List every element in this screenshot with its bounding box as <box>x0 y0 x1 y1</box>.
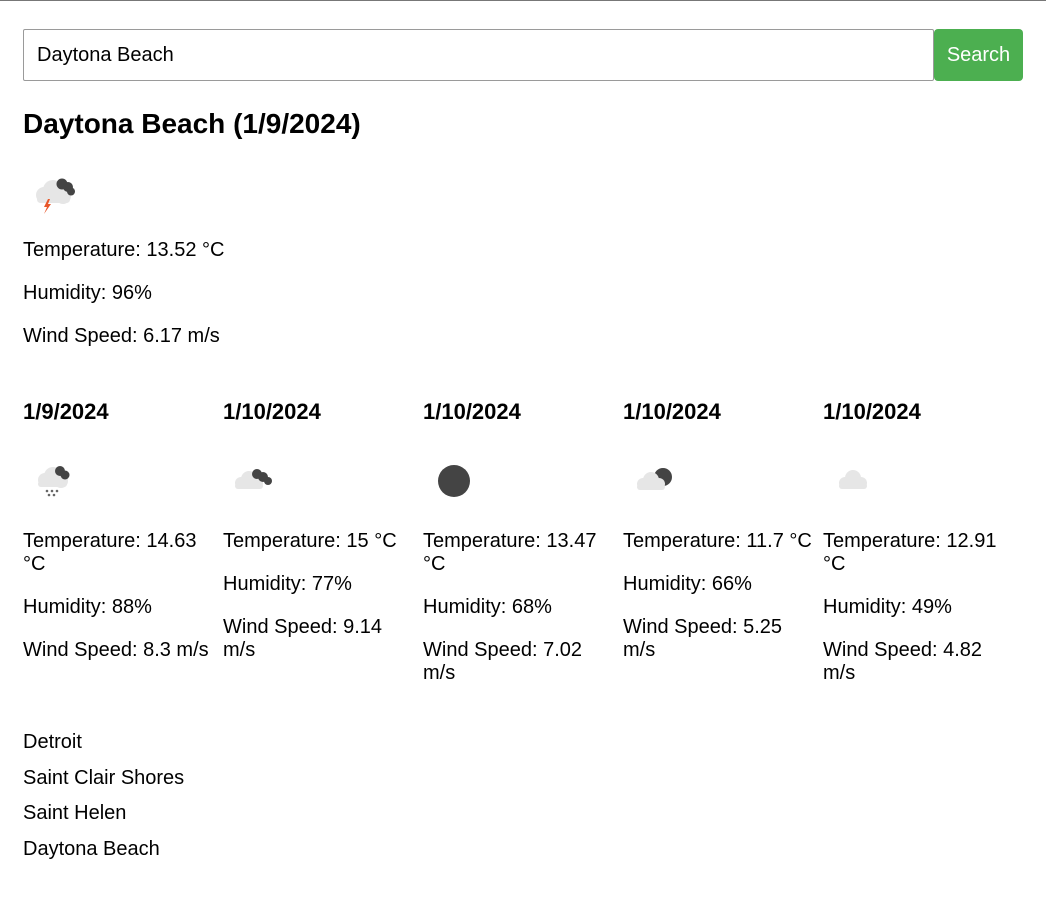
forecast-stats: Temperature: 13.47 °C Humidity: 68% Wind… <box>423 530 623 685</box>
forecast-wind-speed: Wind Speed: 8.3 m/s <box>23 639 209 661</box>
broken-clouds-icon <box>235 469 272 489</box>
forecast-date: 1/9/2024 <box>23 399 109 424</box>
forecast-wind-speed: Wind Speed: 7.02 m/s <box>423 639 582 684</box>
forecast-stats: Temperature: 14.63 °C Humidity: 88% Wind… <box>23 530 223 662</box>
forecast-stats: Temperature: 11.7 °C Humidity: 66% Wind … <box>623 530 823 662</box>
forecast-temperature: Temperature: 11.7 °C <box>623 530 812 552</box>
history-item[interactable]: Saint Helen <box>23 802 1023 825</box>
forecast-humidity: Humidity: 68% <box>423 596 552 618</box>
forecast-day: 1/10/2024 Temperature: 11.7 °C Humidity:… <box>623 399 823 685</box>
clear-night-icon <box>438 465 470 497</box>
history-item[interactable]: Daytona Beach <box>23 838 1023 861</box>
thunderstorm-icon <box>36 178 75 214</box>
forecast-wind-speed: Wind Speed: 4.82 m/s <box>823 639 982 684</box>
current-stats: Temperature: 13.52 °C Humidity: 96% Wind… <box>23 239 1023 348</box>
forecast-wind-speed: Wind Speed: 5.25 m/s <box>623 616 782 661</box>
forecast-date: 1/10/2024 <box>423 399 521 424</box>
cloud-icon <box>839 470 867 489</box>
forecast-day: 1/10/2024 Temperature: 12.91 °C Humidity… <box>823 399 1023 685</box>
forecast-stats: Temperature: 12.91 °C Humidity: 49% Wind… <box>823 530 1023 685</box>
forecast-day: 1/10/2024 Temperature: 13.47 °C Humidity… <box>423 399 623 685</box>
rain-cloud-icon <box>38 466 70 497</box>
forecast-date: 1/10/2024 <box>623 399 721 424</box>
current-wind-speed: Wind Speed: 6.17 m/s <box>23 325 220 347</box>
current-temperature: Temperature: 13.52 °C <box>23 239 225 261</box>
forecast-humidity: Humidity: 49% <box>823 596 952 618</box>
search-history-list: Detroit Saint Clair Shores Saint Helen D… <box>23 731 1023 861</box>
forecast-humidity: Humidity: 66% <box>623 573 752 595</box>
search-row: Search <box>23 29 1023 81</box>
history-item[interactable]: Saint Clair Shores <box>23 767 1023 790</box>
forecast-date: 1/10/2024 <box>823 399 921 424</box>
history-item[interactable]: Detroit <box>23 731 1023 754</box>
forecast-day: 1/10/2024 Temperature: 15 °C Humidity: 7… <box>223 399 423 685</box>
few-clouds-night-icon <box>637 468 672 490</box>
city-search-input[interactable] <box>23 29 934 81</box>
forecast-day: 1/9/2024 Temperature: 14.63 °C Humidity:… <box>23 399 223 685</box>
current-weather-title: Daytona Beach (1/9/2024) <box>23 108 361 139</box>
app-container: Search Daytona Beach (1/9/2024) Temperat… <box>23 29 1023 873</box>
forecast-humidity: Humidity: 88% <box>23 596 152 618</box>
search-button[interactable]: Search <box>934 29 1023 81</box>
forecast-stats: Temperature: 15 °C Humidity: 77% Wind Sp… <box>223 530 423 662</box>
forecast-temperature: Temperature: 12.91 °C <box>823 530 997 575</box>
forecast-date: 1/10/2024 <box>223 399 321 424</box>
forecast-humidity: Humidity: 77% <box>223 573 352 595</box>
forecast-temperature: Temperature: 13.47 °C <box>423 530 597 575</box>
forecast-temperature: Temperature: 14.63 °C <box>23 530 197 575</box>
forecast-temperature: Temperature: 15 °C <box>223 530 397 552</box>
forecast-row: 1/9/2024 Temperature: 14.63 °C Humidity:… <box>23 399 1023 685</box>
forecast-wind-speed: Wind Speed: 9.14 m/s <box>223 616 382 661</box>
current-humidity: Humidity: 96% <box>23 282 152 304</box>
